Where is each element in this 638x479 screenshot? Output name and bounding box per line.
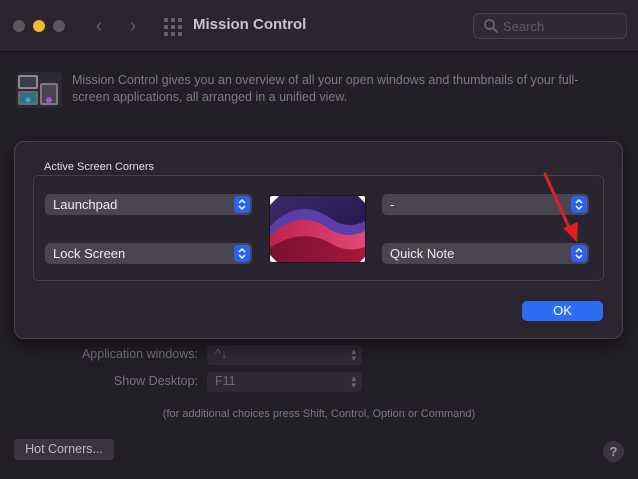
header-description: Mission Control gives you an overview of… bbox=[72, 73, 579, 104]
popup-stepper-icon bbox=[234, 196, 250, 213]
forward-button[interactable]: › bbox=[122, 14, 144, 38]
screen-preview-image bbox=[269, 195, 366, 263]
window-title: Mission Control bbox=[193, 16, 307, 33]
hot-corners-button[interactable]: Hot Corners... bbox=[14, 439, 114, 460]
top-left-corner-value: Launchpad bbox=[53, 197, 118, 212]
show-desktop-value: F11 bbox=[215, 374, 236, 388]
popup-stepper-icon bbox=[234, 245, 250, 262]
search-field[interactable] bbox=[473, 13, 627, 39]
application-windows-label: Application windows: bbox=[81, 347, 198, 361]
sheet-title: Active Screen Corners bbox=[44, 161, 155, 173]
bottom-right-corner-value: Quick Note bbox=[390, 246, 455, 261]
title-bar: ‹ › Mission Control bbox=[0, 0, 638, 52]
minimize-window-button[interactable] bbox=[33, 20, 45, 32]
search-icon bbox=[484, 19, 498, 33]
annotation-arrow-icon bbox=[543, 172, 578, 242]
system-preferences-window: ‹ › Mission Control Mission Contro bbox=[0, 0, 638, 479]
modifier-footnote: (for additional choices press Shift, Con… bbox=[162, 408, 476, 420]
popup-arrows-icon: ▴ ▾ bbox=[351, 373, 356, 390]
ok-button[interactable]: OK bbox=[522, 301, 603, 321]
show-desktop-label: Show Desktop: bbox=[113, 374, 198, 388]
application-windows-popup[interactable]: ^↓ ▴ ▾ bbox=[207, 345, 362, 365]
search-input[interactable] bbox=[503, 17, 621, 35]
bottom-left-corner-value: Lock Screen bbox=[53, 246, 126, 261]
mission-control-app-icon bbox=[16, 72, 62, 108]
top-right-corner-value: - bbox=[390, 197, 395, 212]
bottom-left-corner-popup[interactable]: Lock Screen bbox=[45, 243, 252, 264]
top-left-corner-popup[interactable]: Launchpad bbox=[45, 194, 252, 215]
application-windows-value: ^↓ bbox=[215, 347, 228, 361]
show-all-grid-icon[interactable] bbox=[164, 18, 182, 36]
help-button[interactable]: ? bbox=[603, 441, 624, 462]
zoom-window-button[interactable] bbox=[53, 20, 65, 32]
show-desktop-popup[interactable]: F11 ▴ ▾ bbox=[207, 372, 362, 392]
popup-arrows-icon: ▴ ▾ bbox=[351, 346, 356, 363]
close-window-button[interactable] bbox=[13, 20, 25, 32]
back-button[interactable]: ‹ bbox=[88, 14, 110, 38]
